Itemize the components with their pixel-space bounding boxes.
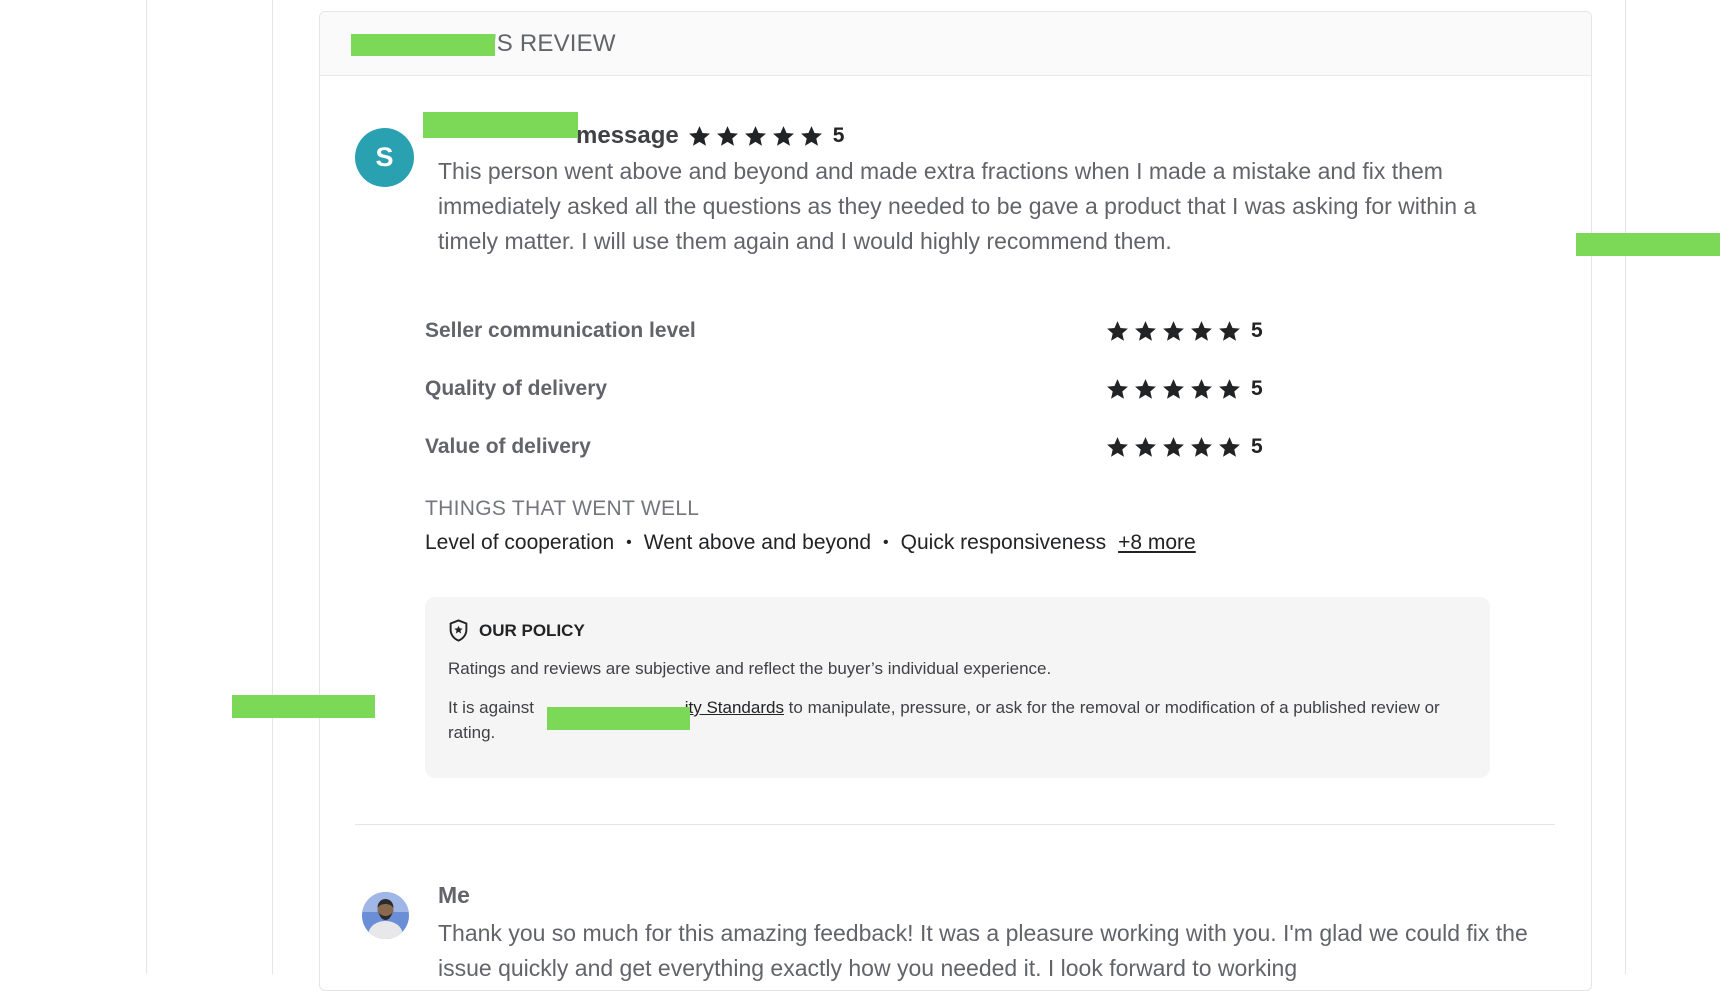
review-card: 'S REVIEW S message 5 This person went a…	[319, 11, 1592, 991]
rating-stars: 5	[1105, 319, 1263, 344]
rating-stars: 5	[1105, 377, 1263, 402]
star-icon	[1161, 435, 1186, 460]
star-icon	[1217, 377, 1242, 402]
rating-row: Value of delivery 5	[425, 418, 1325, 476]
buyer-name-suffix: message	[576, 122, 679, 150]
well-item: Level of cooperation	[425, 531, 614, 555]
rating-score: 5	[1251, 435, 1263, 459]
standards-link[interactable]: ity Standards	[685, 698, 784, 717]
shield-star-icon	[448, 619, 469, 642]
star-icon	[771, 124, 796, 149]
well-item: Went above and beyond	[644, 531, 871, 555]
review-text: This person went above and beyond and ma…	[438, 154, 1533, 259]
rating-label: Value of delivery	[425, 435, 1105, 459]
card-header: 'S REVIEW	[320, 12, 1591, 76]
star-icon	[1105, 377, 1130, 402]
overall-score: 5	[833, 124, 845, 148]
page-border-left	[146, 0, 147, 974]
reply-author: Me	[438, 882, 470, 909]
star-icon	[1189, 377, 1214, 402]
seller-avatar[interactable]	[362, 892, 409, 939]
star-icon	[1133, 377, 1158, 402]
star-icon	[1161, 377, 1186, 402]
separator: •	[626, 534, 632, 552]
rating-label: Seller communication level	[425, 319, 1105, 343]
rating-label: Quality of delivery	[425, 377, 1105, 401]
redaction-block	[1576, 233, 1720, 256]
star-icon	[715, 124, 740, 149]
user-photo-avatar-icon	[362, 892, 409, 939]
redaction-block	[547, 707, 690, 730]
policy-line-2-prefix: It is against	[448, 698, 539, 717]
overall-stars: 5	[687, 124, 845, 149]
well-item: Quick responsiveness	[901, 531, 1106, 555]
content-border-right	[1625, 0, 1626, 974]
policy-line-1: Ratings and reviews are subjective and r…	[448, 656, 1467, 681]
policy-title-row: OUR POLICY	[448, 619, 1467, 642]
star-icon	[1161, 319, 1186, 344]
redaction-block	[351, 34, 495, 56]
redaction-block	[232, 695, 375, 718]
rating-row: Quality of delivery 5	[425, 360, 1325, 418]
things-went-well: THINGS THAT WENT WELL Level of cooperati…	[425, 497, 1196, 555]
rating-score: 5	[1251, 377, 1263, 401]
star-icon	[1217, 435, 1242, 460]
content-border-left	[272, 0, 273, 974]
star-icon	[1133, 435, 1158, 460]
star-icon	[1105, 319, 1130, 344]
redaction-block	[423, 112, 578, 138]
star-icon	[799, 124, 824, 149]
divider	[355, 824, 1555, 825]
rating-row: Seller communication level 5	[425, 302, 1325, 360]
star-icon	[1105, 435, 1130, 460]
separator: •	[883, 534, 889, 552]
star-icon	[687, 124, 712, 149]
star-icon	[1217, 319, 1242, 344]
well-title: THINGS THAT WENT WELL	[425, 497, 1196, 521]
buyer-avatar[interactable]: S	[355, 128, 414, 187]
policy-box: OUR POLICY Ratings and reviews are subje…	[425, 597, 1490, 778]
review-title: 'S REVIEW	[492, 30, 616, 58]
star-icon	[1189, 319, 1214, 344]
well-items: Level of cooperation • Went above and be…	[425, 531, 1196, 555]
rating-score: 5	[1251, 319, 1263, 343]
reply-text: Thank you so much for this amazing feedb…	[438, 916, 1553, 986]
star-icon	[1189, 435, 1214, 460]
star-icon	[1133, 319, 1158, 344]
more-link[interactable]: +8 more	[1118, 531, 1196, 555]
rating-breakdown: Seller communication level 5 Quality of …	[425, 302, 1325, 476]
star-icon	[743, 124, 768, 149]
policy-title: OUR POLICY	[479, 621, 585, 641]
rating-stars: 5	[1105, 435, 1263, 460]
